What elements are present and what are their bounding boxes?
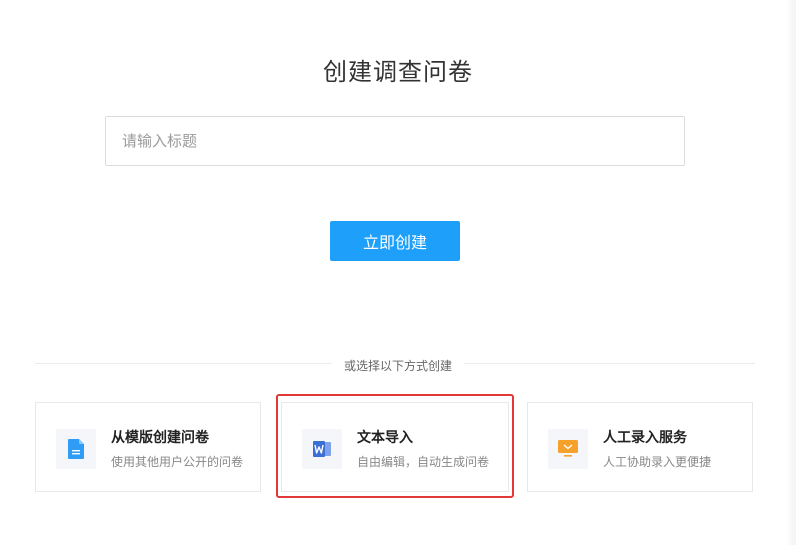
monitor-icon (558, 440, 578, 457)
card-title: 从模版创建问卷 (111, 430, 209, 446)
manual-entry-card[interactable]: 人工录入服务 人工协助录入更便捷 (527, 402, 753, 492)
divider-label: 或选择以下方式创建 (331, 359, 464, 373)
create-now-button[interactable]: 立即创建 (330, 221, 460, 261)
document-icon-box (56, 429, 96, 469)
monitor-icon-box (548, 429, 588, 469)
card-description: 人工协助录入更便捷 (603, 455, 712, 469)
window-edge (786, 0, 796, 545)
card-title: 文本导入 (357, 430, 413, 446)
word-icon (313, 441, 331, 457)
card-description: 使用其他用户公开的问卷 (111, 455, 244, 469)
text-import-card[interactable]: 文本导入 自由编辑，自动生成问卷 (281, 402, 509, 492)
card-title: 人工录入服务 (603, 430, 687, 446)
card-description: 自由编辑，自动生成问卷 (357, 455, 490, 469)
divider: 或选择以下方式创建 (0, 355, 796, 374)
word-icon-box (302, 429, 342, 469)
page-title: 创建调查问卷 (323, 58, 473, 86)
title-input[interactable] (105, 116, 685, 166)
document-icon (68, 439, 84, 459)
template-create-card[interactable]: 从模版创建问卷 使用其他用户公开的问卷 (35, 402, 261, 492)
